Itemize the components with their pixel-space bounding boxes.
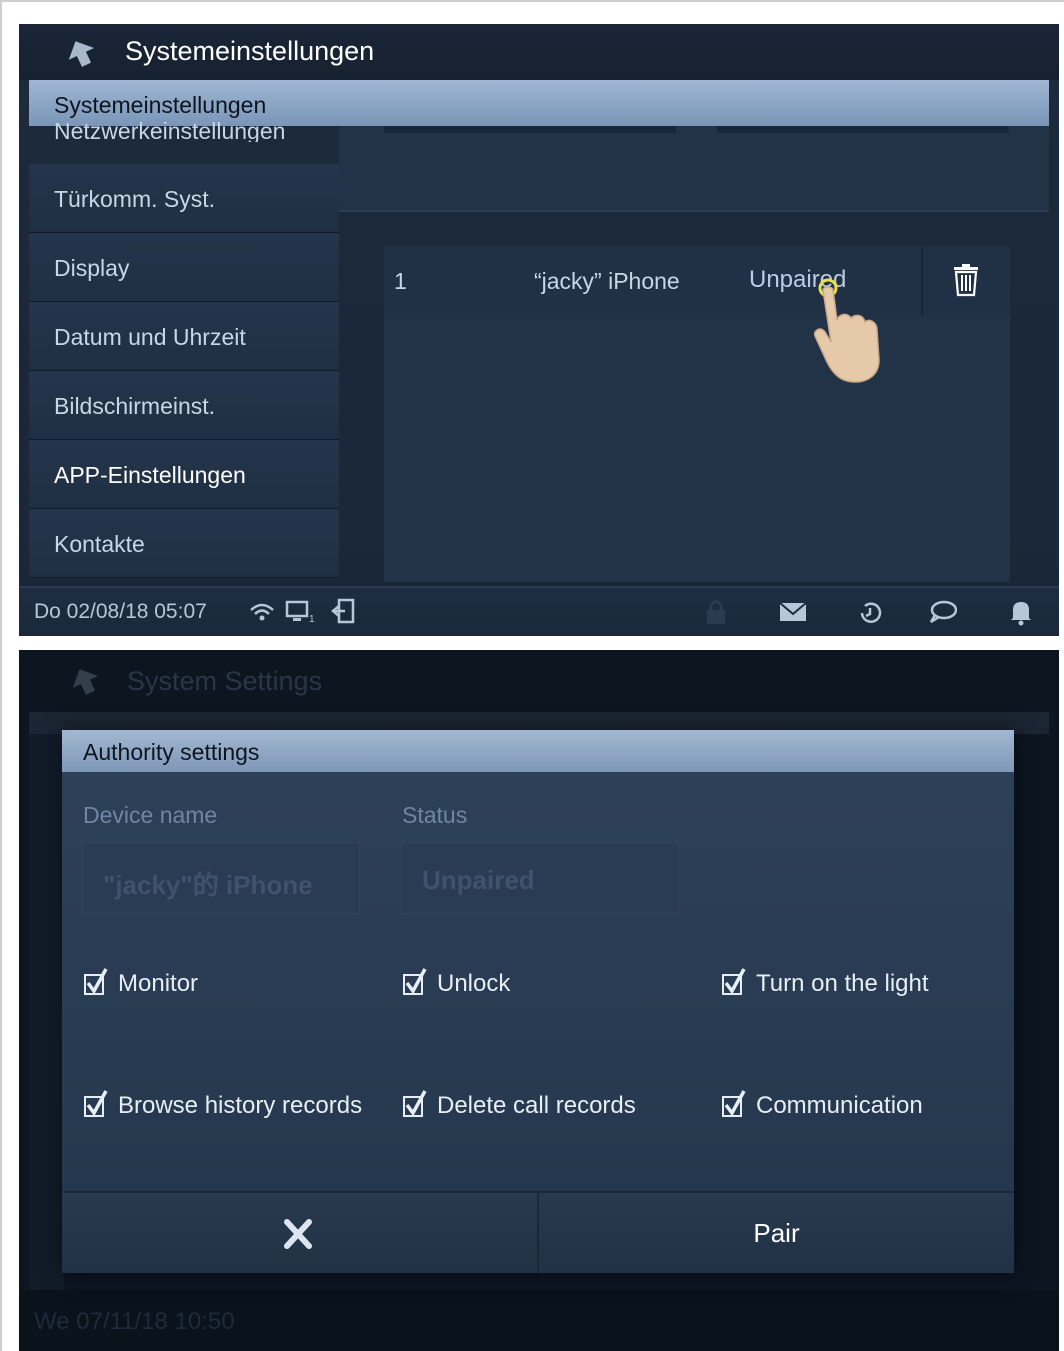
close-icon <box>284 1219 312 1249</box>
device-row[interactable]: 1 “jacky” iPhone Unpaired <box>384 246 1010 316</box>
back-arrow-icon[interactable] <box>63 38 99 68</box>
sidebar: Türkomm. Syst. Display Datum und Uhrzeit… <box>29 164 339 578</box>
row-divider <box>921 246 923 316</box>
sidebar-item-label: Datum und Uhrzeit <box>54 324 246 350</box>
cancel-button[interactable] <box>62 1193 537 1273</box>
checkbox-icon <box>403 968 427 995</box>
background-datetime: We 07/11/18 10:50 <box>34 1308 235 1335</box>
mail-icon[interactable] <box>779 602 807 622</box>
sidebar-item-label: APP-Einstellungen <box>54 462 246 488</box>
sidebar-item-app-settings[interactable]: APP-Einstellungen <box>29 440 339 509</box>
sidebar-item-date-time[interactable]: Datum und Uhrzeit <box>29 302 339 371</box>
background-status-bar: We 07/11/18 10:50 <box>19 1290 1059 1351</box>
tab-right[interactable] <box>717 126 1009 133</box>
trash-icon[interactable] <box>951 263 981 297</box>
sidebar-item-label: Bildschirmeinst. <box>54 393 216 419</box>
dialog-header: Authority settings <box>62 730 1014 772</box>
status-datetime: Do 02/08/18 05:07 <box>34 600 207 623</box>
checkbox-icon <box>84 1090 108 1117</box>
checkbox-label: Monitor <box>118 970 199 997</box>
row-device-name: “jacky” iPhone <box>534 268 680 294</box>
content-header-area <box>339 126 1049 210</box>
back-arrow-icon <box>72 669 99 695</box>
pair-button[interactable]: Pair <box>539 1193 1014 1273</box>
device-name-field: "jacky"的 iPhone <box>82 842 360 914</box>
bell-icon[interactable] <box>1009 598 1033 626</box>
sidebar-item-label: Systemeinstellungen <box>54 92 267 118</box>
background-page-title: System Settings <box>127 666 323 696</box>
monitor-icon: 1 <box>285 600 315 624</box>
authority-dialog: Authority settings Device name Status "j… <box>62 730 1014 1273</box>
checkbox-icon <box>722 968 746 995</box>
status-bar: Do 02/08/18 05:07 1 <box>19 586 1059 636</box>
device-name-value: "jacky"的 iPhone <box>103 870 313 900</box>
dialog-title: Authority settings <box>83 739 260 765</box>
checkbox-label: Browse history records <box>118 1092 363 1119</box>
sidebar-item-label: Display <box>54 255 130 281</box>
sidebar-item-screen-settings[interactable]: Bildschirmeinst. <box>29 371 339 440</box>
authority-screen-en: System Settings We 07/11/18 10:50 Author… <box>19 650 1059 1351</box>
background-sidebar <box>29 734 64 1294</box>
checkbox-label: Communication <box>756 1092 923 1119</box>
svg-text:1: 1 <box>309 614 315 624</box>
sidebar-item-label: Kontakte <box>54 531 145 557</box>
row-number: 1 <box>394 268 407 294</box>
header: Systemeinstellungen <box>19 24 1059 80</box>
chat-icon[interactable] <box>929 600 957 624</box>
checkbox-icon <box>722 1090 746 1117</box>
sidebar-item-label: Türkomm. Syst. <box>54 186 216 212</box>
history-icon[interactable] <box>857 600 883 626</box>
checkbox-label: Turn on the light <box>756 970 929 997</box>
checkbox-icon <box>84 968 108 995</box>
checkbox-label: Delete call records <box>437 1092 636 1119</box>
checkbox-icon <box>403 1090 427 1117</box>
settings-screen-de: Systemeinstellungen Systemeinstellungen … <box>19 24 1059 636</box>
wifi-icon <box>250 603 274 621</box>
hand-pointer-icon <box>813 278 880 383</box>
checkbox-label: Unlock <box>437 970 511 997</box>
sidebar-item-door-system[interactable]: Türkomm. Syst. <box>29 164 339 233</box>
lock-icon[interactable] <box>705 598 727 626</box>
status-value: Unpaired <box>422 865 535 895</box>
sidebar-item-contacts[interactable]: Kontakte <box>29 509 339 578</box>
pair-button-label: Pair <box>753 1218 800 1248</box>
exit-icon <box>331 598 355 624</box>
device-name-label: Device name <box>83 802 218 828</box>
page-title: Systemeinstellungen <box>125 36 375 66</box>
status-field: Unpaired <box>401 842 679 914</box>
divider <box>339 210 1049 212</box>
sidebar-item-display[interactable]: Display <box>29 233 339 302</box>
dialog-footer: Pair <box>62 1191 1014 1273</box>
tab-left[interactable] <box>384 126 676 133</box>
status-label: Status <box>402 802 468 828</box>
sidebar-item-network-partial[interactable]: Netzwerkeinstellungen <box>54 120 285 142</box>
